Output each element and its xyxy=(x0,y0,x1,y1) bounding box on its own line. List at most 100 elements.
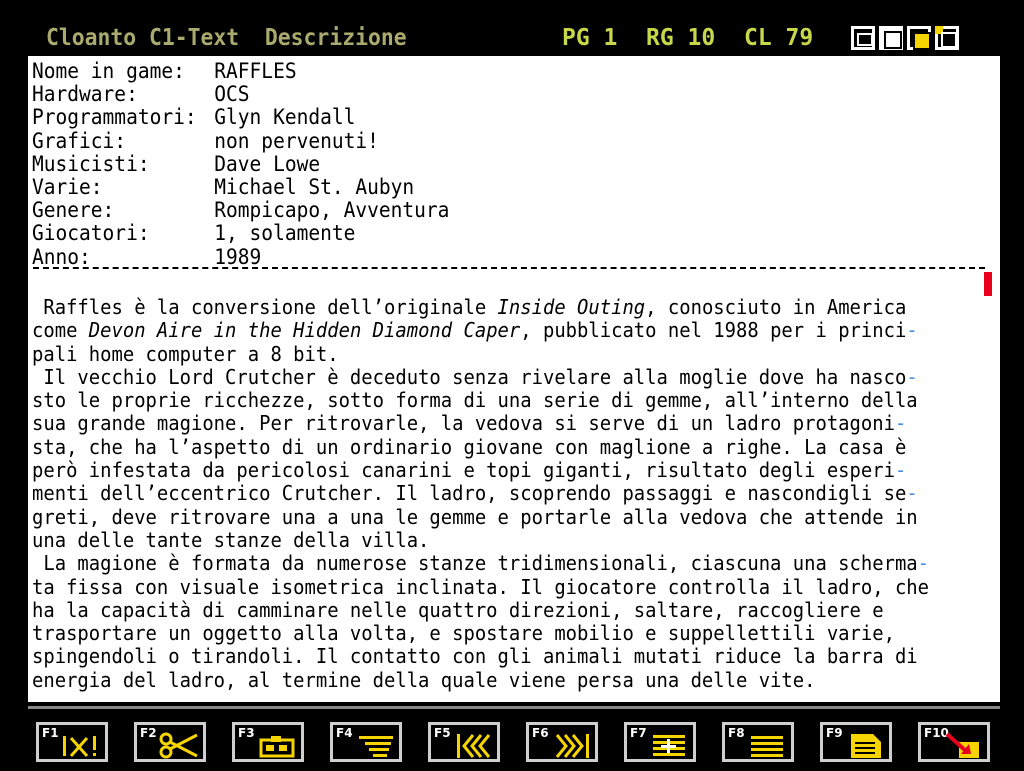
info-label: Grafici: xyxy=(32,128,127,153)
f5-button[interactable]: F5 xyxy=(428,722,500,762)
info-row: Varie: Michael St. Aubyn xyxy=(32,174,449,199)
info-label: Giocatori: xyxy=(32,221,150,246)
text-line: Il vecchio Lord Crutcher è deceduto senz… xyxy=(32,364,917,389)
text-line: una delle tante stanze della villa. xyxy=(32,527,430,552)
info-row: Giocatori: 1, solamente xyxy=(32,222,449,245)
soft-hyphen: - xyxy=(906,481,918,506)
italic-title: Inside Outing xyxy=(497,295,646,319)
text-line: ta fissa con visuale isometrica inclinat… xyxy=(32,574,930,599)
info-row: Programmatori: Glyn Kendall xyxy=(32,106,449,129)
f2-button[interactable]: F2 xyxy=(134,722,206,762)
text-span: , pubblicato nel 1988 per i princi xyxy=(520,318,907,343)
text-span: Il vecchio Lord Crutcher è deceduto senz… xyxy=(32,364,907,389)
info-value: 1, solamente xyxy=(214,221,356,246)
info-value: Rompicapo, Avventura xyxy=(214,198,450,223)
window-depth-button[interactable] xyxy=(935,26,959,50)
f6-button[interactable]: F6 xyxy=(526,722,598,762)
info-row: Hardware: OCS xyxy=(32,82,449,107)
text-line: però infestata da pericolosi canarini e … xyxy=(32,458,912,483)
window-title: Cloanto C1-Text Descrizione xyxy=(46,25,407,51)
f7-button[interactable]: F7 xyxy=(624,722,696,762)
info-value: non pervenuti! xyxy=(214,128,379,153)
italic-title: Devon Aire in the Hidden Diamond Caper xyxy=(88,318,521,343)
info-row: Anno: 1989 xyxy=(32,244,449,269)
soft-hyphen: - xyxy=(906,364,918,389)
info-value: OCS xyxy=(214,82,250,107)
soft-hyphen: - xyxy=(894,458,907,483)
info-row: Nome in game: RAFFLES xyxy=(32,59,449,83)
info-label: Musicisti: xyxy=(32,151,150,176)
info-row: Grafici: non pervenuti! xyxy=(32,128,449,153)
key-label: F4 xyxy=(336,726,353,740)
info-label: Hardware: xyxy=(32,82,138,107)
text-line: Raffles è la conversione dell’originale … xyxy=(32,295,912,319)
column-indicator: CL 79 xyxy=(744,25,814,51)
soft-hyphen: - xyxy=(917,551,930,576)
info-value: 1989 xyxy=(214,244,262,269)
text-span: , conosciuto in America xyxy=(645,295,907,319)
f1-button[interactable]: F1 xyxy=(36,722,108,762)
key-label: F1 xyxy=(42,726,59,740)
scissors-icon xyxy=(159,732,198,759)
f4-button[interactable]: F4 xyxy=(330,722,402,762)
title-bar: Cloanto C1-Text Descrizione PG 1 RG 10 C… xyxy=(28,24,1000,53)
f10-button[interactable]: F10 xyxy=(918,722,990,762)
key-label: F8 xyxy=(728,726,745,740)
soft-hyphen: - xyxy=(906,318,918,343)
f9-button[interactable]: F9 xyxy=(820,722,892,762)
key-label: F3 xyxy=(238,726,255,740)
document-icon xyxy=(851,734,881,758)
soft-hyphen: - xyxy=(894,411,907,436)
text-line: La magione è formata da numerose stanze … xyxy=(32,552,929,575)
text-span: come xyxy=(32,318,89,343)
info-label: Genere: xyxy=(32,198,115,223)
text-span: La magione è formata da numerose stanze … xyxy=(32,551,918,576)
info-label: Anno: xyxy=(32,244,91,269)
f8-button[interactable]: F8 xyxy=(722,722,794,762)
function-key-bar: F1 F2 F3 F4 F5 F6 F7 F8 F9 F10 xyxy=(28,706,1000,771)
text-line: ha la capacità di camminare nelle quattr… xyxy=(32,597,884,622)
key-label: F7 xyxy=(630,726,647,740)
info-label: Programmatori: xyxy=(32,105,197,130)
justify-icon xyxy=(751,736,783,757)
description-text: Raffles è la conversione dell’originale … xyxy=(32,295,988,692)
key-label: F2 xyxy=(140,726,157,740)
text-line: greti, deve ritrovare una a una le gemme… xyxy=(32,504,918,529)
game-info-header: Nome in game: RAFFLES Hardware: OCS Progra… xyxy=(32,59,481,269)
page-indicator: PG 1 xyxy=(562,25,618,51)
cut-alert-icon xyxy=(63,736,96,757)
dashed-separator xyxy=(33,267,985,269)
insert-icon xyxy=(653,735,685,756)
row-indicator: RG 10 xyxy=(646,25,716,51)
text-line: come Devon Aire in the Hidden Diamond Ca… xyxy=(32,318,918,343)
fast-forward-icon xyxy=(555,734,589,758)
info-value: Michael St. Aubyn xyxy=(214,174,415,199)
text-document[interactable]: Nome in game: RAFFLES Hardware: OCS Progra… xyxy=(28,56,1000,702)
text-line: sto le proprie ricchezze, sotto forma di… xyxy=(32,388,918,413)
info-row: Musicisti: Dave Lowe xyxy=(32,151,449,176)
key-label: F5 xyxy=(434,726,451,740)
text-line: pali home computer a 8 bit. xyxy=(32,341,339,366)
format-icon xyxy=(359,736,393,757)
info-label: Nome in game: xyxy=(32,59,185,83)
window-iconify-button[interactable] xyxy=(879,26,903,50)
text-line: trasportare un oggetto alla volta, e spo… xyxy=(32,621,895,646)
info-value: Glyn Kendall xyxy=(214,105,356,130)
text-cursor xyxy=(984,272,992,296)
f3-button[interactable]: F3 xyxy=(232,722,304,762)
info-value: Dave Lowe xyxy=(214,151,321,176)
info-row: Genere: Rompicapo, Avventura xyxy=(32,198,450,223)
window-zoom-button[interactable] xyxy=(907,26,931,50)
text-line: spingendoli o tirandoli. Il contatto con… xyxy=(32,644,918,669)
key-label: F6 xyxy=(532,726,549,740)
window-menu-button[interactable] xyxy=(851,26,875,50)
text-line: menti dell’eccentrico Crutcher. Il ladro… xyxy=(32,481,918,506)
paste-icon xyxy=(259,736,295,758)
text-line: energia del ladro, al termine della qual… xyxy=(32,667,816,692)
rewind-icon xyxy=(457,734,491,758)
info-label: Varie: xyxy=(32,174,103,199)
key-label: F9 xyxy=(826,726,843,740)
text-span: Raffles è la conversione dell’originale xyxy=(32,295,498,319)
text-span: menti dell’eccentrico Crutcher. Il ladro… xyxy=(32,481,907,506)
text-line: sua grande magione. Per ritrovarle, la v… xyxy=(32,412,912,435)
